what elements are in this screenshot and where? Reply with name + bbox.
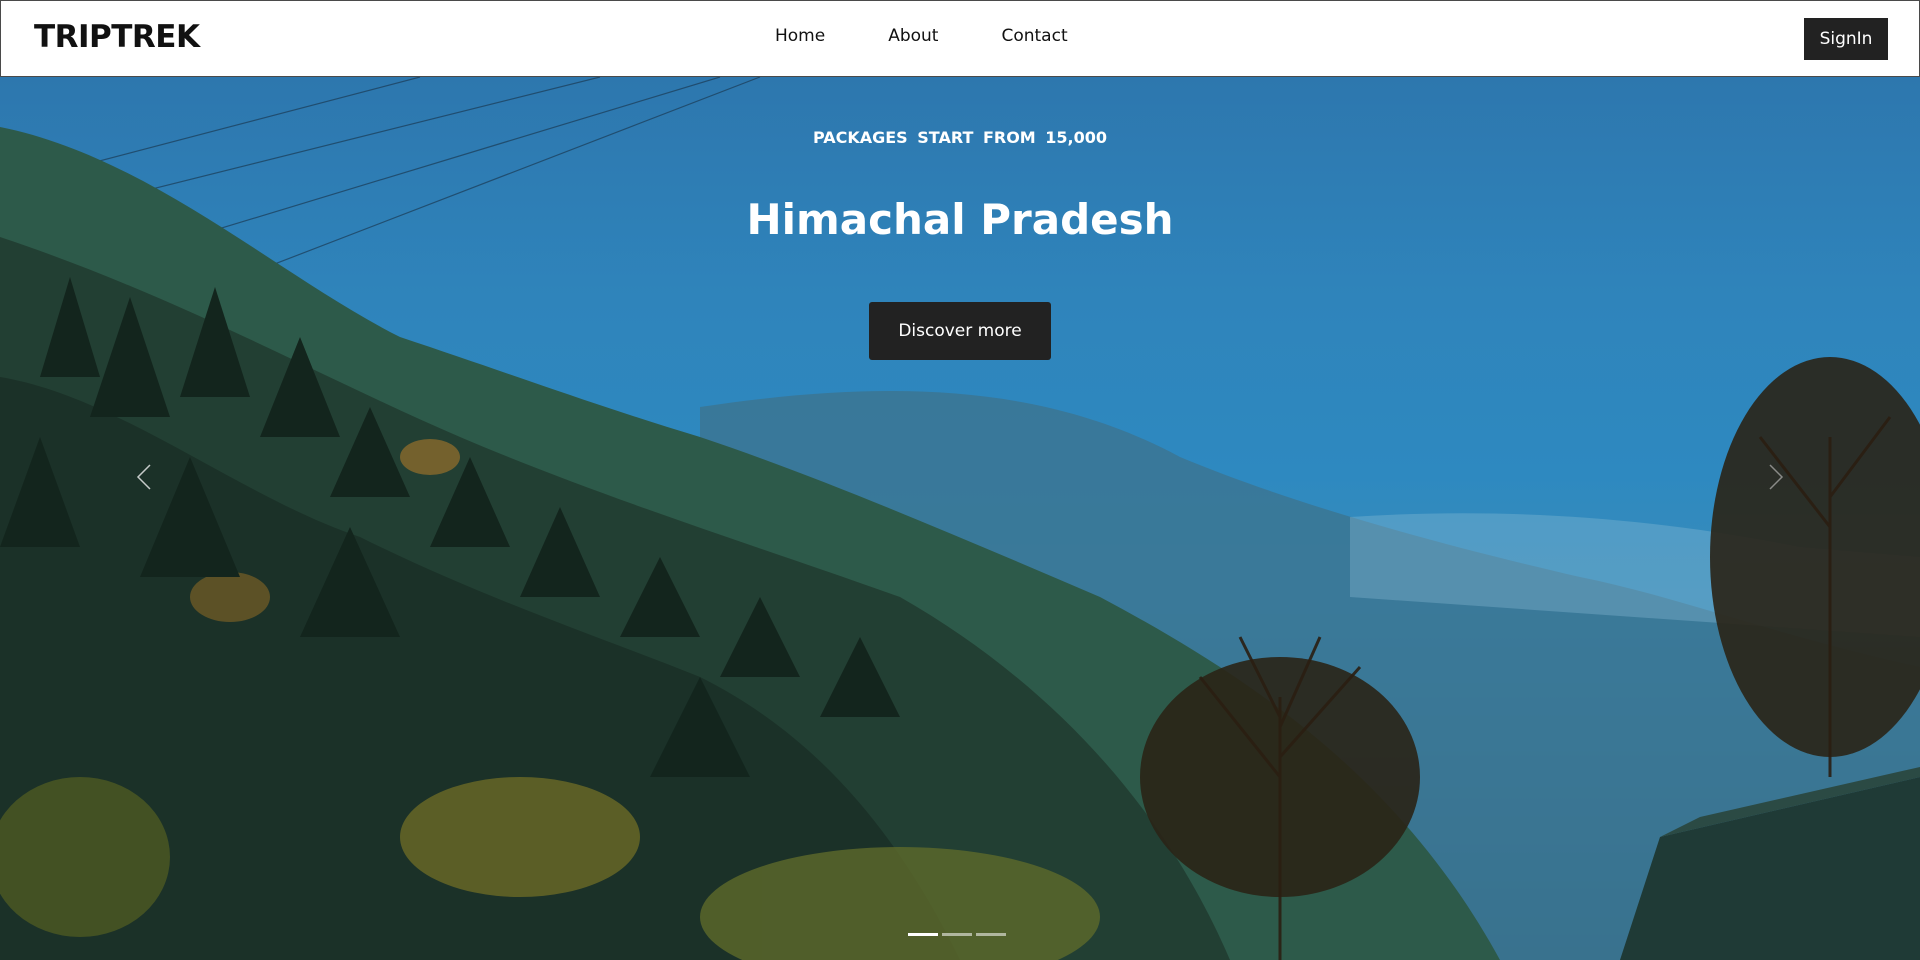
chevron-left-icon[interactable] [130, 457, 160, 497]
hero-tagline: PACKAGES START FROM 15,000 [812, 128, 1108, 147]
chevron-right-icon[interactable] [1760, 457, 1790, 497]
carousel-indicators [908, 933, 1006, 936]
carousel-indicator-1[interactable] [908, 933, 938, 936]
nav-link-about[interactable]: About [888, 26, 938, 46]
hero-title: Himachal Pradesh [746, 195, 1174, 244]
carousel-indicator-3[interactable] [976, 933, 1006, 936]
carousel-indicator-2[interactable] [942, 933, 972, 936]
nav-links: Home About Contact [775, 26, 1068, 46]
hero-carousel: PACKAGES START FROM 15,000 Himachal Prad… [0, 77, 1920, 960]
nav-link-contact[interactable]: Contact [1001, 26, 1067, 46]
signin-button[interactable]: SignIn [1804, 18, 1888, 60]
navbar: TRIPTREK Home About Contact SignIn [0, 0, 1920, 77]
nav-link-home[interactable]: Home [775, 26, 825, 46]
discover-more-button[interactable]: Discover more [869, 302, 1051, 360]
brand-logo[interactable]: TRIPTREK [34, 19, 200, 55]
